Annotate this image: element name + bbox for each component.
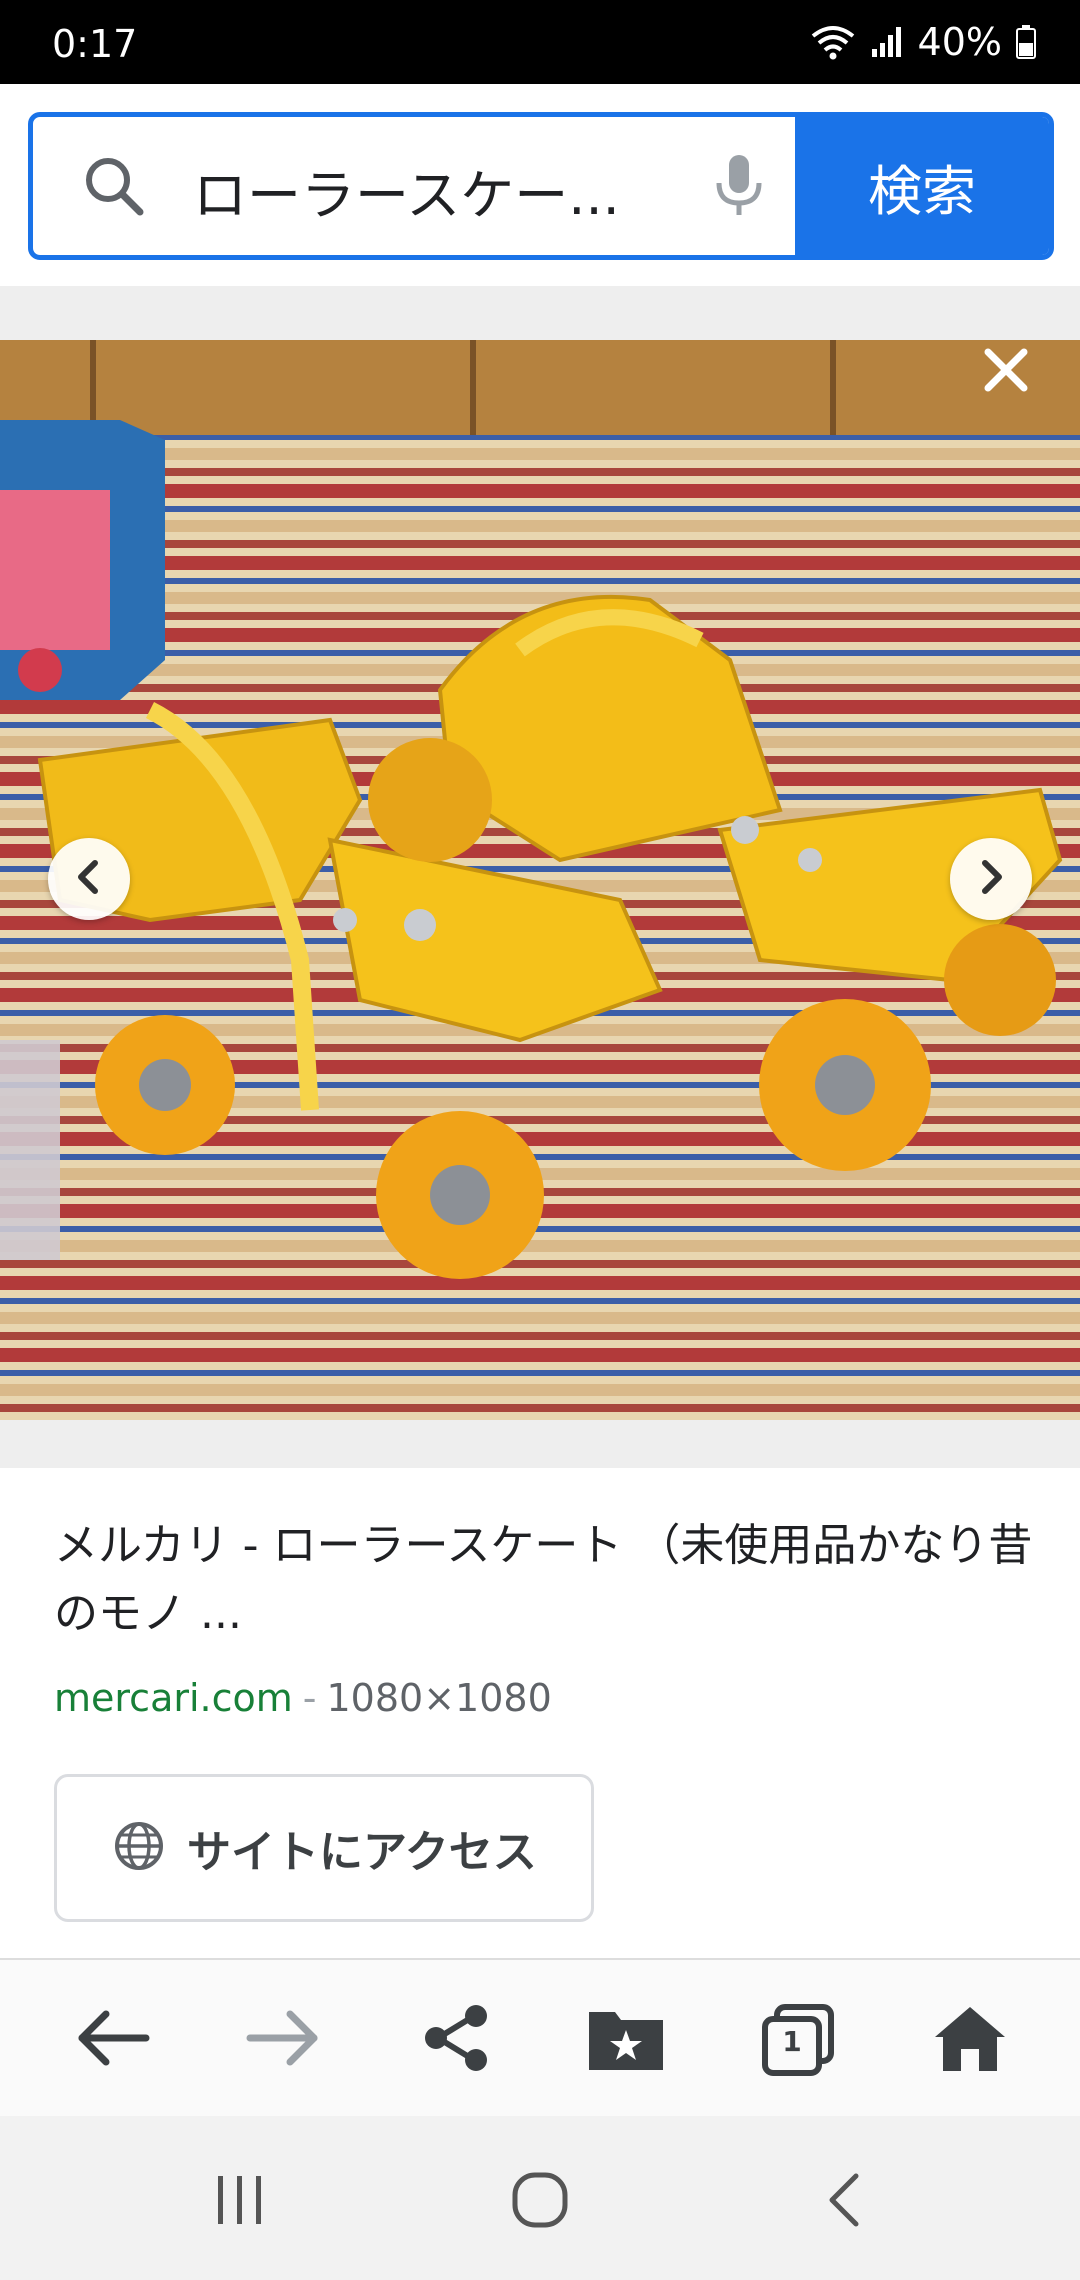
visit-site-button[interactable]: サイトにアクセス (54, 1774, 594, 1922)
tab-count: 1 (782, 2025, 802, 2058)
android-home-button[interactable] (500, 2162, 580, 2242)
previous-image-button[interactable] (48, 838, 130, 920)
android-nav-bar (0, 2116, 1080, 2280)
share-icon (420, 2002, 492, 2078)
search-button[interactable]: 検索 (795, 117, 1049, 255)
bookmarks-button[interactable] (578, 1992, 674, 2088)
result-site[interactable]: mercari.com (54, 1676, 293, 1720)
back-button[interactable] (64, 1992, 160, 2088)
status-icons: 40% (810, 20, 1036, 64)
image-dimensions: 1080×1080 (326, 1676, 552, 1720)
status-bar: 0:17 40% (0, 0, 1080, 84)
back-arrow-icon (74, 2008, 150, 2072)
next-image-button[interactable] (950, 838, 1032, 920)
close-button[interactable] (956, 322, 1056, 422)
chevron-left-icon (69, 857, 109, 901)
battery-icon (1016, 25, 1036, 59)
home-button[interactable] (922, 1992, 1018, 2088)
tabs-icon: 1 (761, 2003, 835, 2077)
result-meta: mercari.com -1080×1080 (54, 1676, 552, 1720)
browser-toolbar: 1 (0, 1958, 1080, 2116)
android-back-icon (822, 2172, 866, 2232)
mic-icon[interactable] (709, 153, 769, 219)
forward-button[interactable] (236, 1992, 332, 2088)
signal-icon (870, 25, 904, 59)
home-circle-icon (511, 2171, 569, 2233)
android-back-button[interactable] (804, 2162, 884, 2242)
wifi-icon (810, 24, 856, 60)
tabs-button[interactable]: 1 (750, 1992, 846, 2088)
visit-site-label: サイトにアクセス (187, 1827, 537, 1878)
recents-button[interactable] (200, 2162, 280, 2242)
result-image[interactable] (0, 340, 1080, 1420)
globe-icon (113, 1820, 165, 1876)
share-button[interactable] (408, 1992, 504, 2088)
chevron-right-icon (971, 857, 1011, 901)
result-title[interactable]: メルカリ - ローラースケート （未使用品かなり昔のモノ ... (54, 1512, 1034, 1648)
search-input[interactable]: ローラースケー... (193, 151, 620, 230)
bookmark-folder-icon (587, 2004, 665, 2076)
recents-icon (214, 2174, 266, 2230)
result-info: メルカリ - ローラースケート （未使用品かなり昔のモノ ... mercari… (0, 1468, 1080, 1958)
search-header: ローラースケー... 検索 (0, 84, 1080, 286)
search-icon (83, 155, 145, 217)
forward-arrow-icon (246, 2008, 322, 2072)
close-icon (982, 346, 1030, 398)
status-time: 0:17 (52, 22, 138, 66)
battery-percentage: 40% (917, 20, 1002, 64)
search-box: ローラースケー... 検索 (28, 112, 1054, 260)
meta-separator: - (302, 1676, 317, 1720)
home-icon (933, 2003, 1007, 2077)
